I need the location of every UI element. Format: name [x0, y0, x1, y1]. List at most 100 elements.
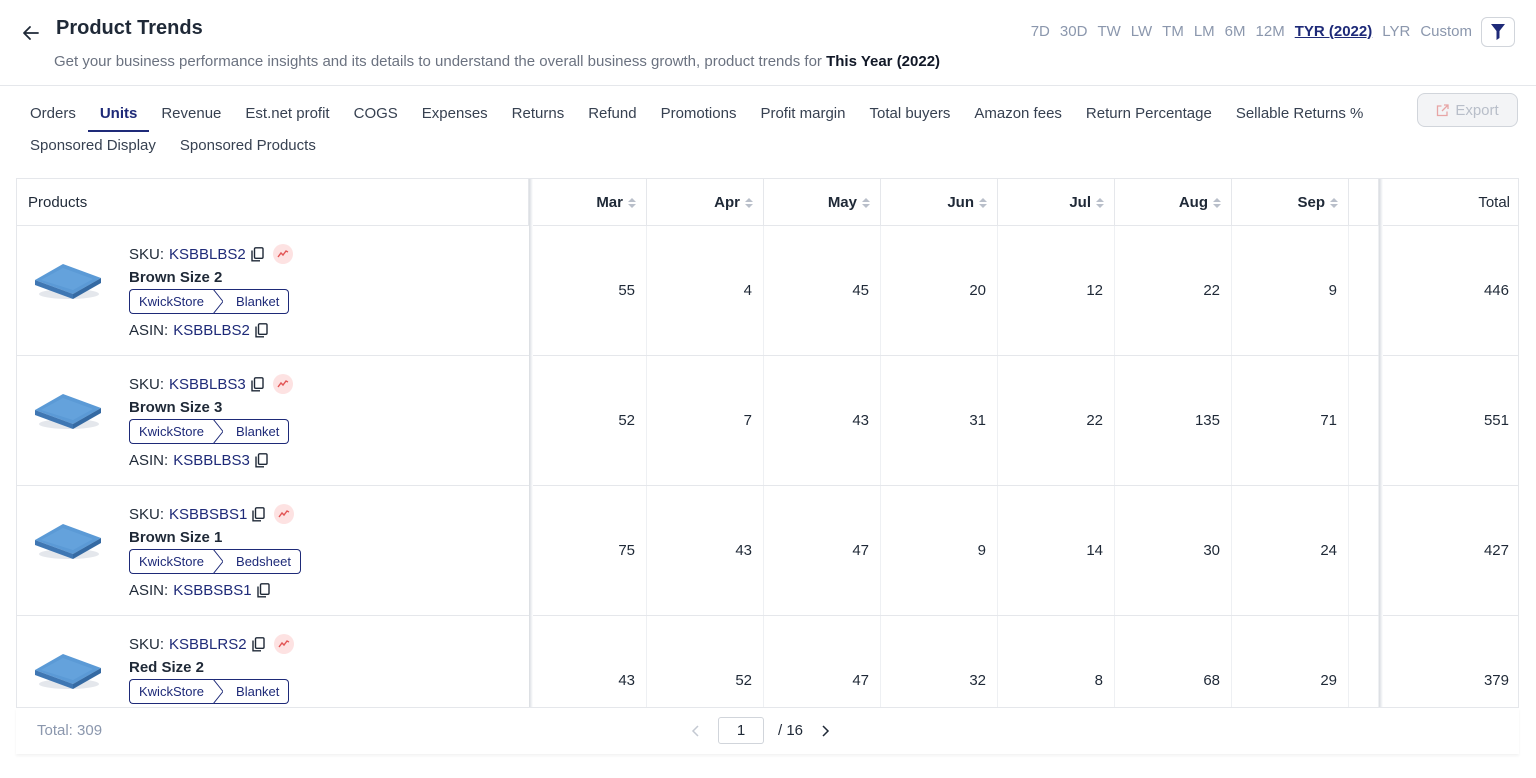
- month-value-cell: 9: [1232, 226, 1349, 355]
- tab-sponsored-display[interactable]: Sponsored Display: [30, 134, 156, 158]
- range-option-lyr[interactable]: LYR: [1382, 22, 1410, 42]
- range-option-lm[interactable]: LM: [1194, 22, 1215, 42]
- month-header-sep[interactable]: Sep: [1232, 179, 1349, 226]
- trend-line-icon[interactable]: [272, 244, 293, 264]
- month-value-cell: 20: [881, 226, 998, 355]
- tab-est-net-profit[interactable]: Est.net profit: [245, 102, 329, 126]
- page-total: / 16: [778, 722, 804, 739]
- month-header-mar[interactable]: Mar: [530, 179, 647, 226]
- tab-revenue[interactable]: Revenue: [161, 102, 221, 126]
- sku-value[interactable]: KSBBSBS1: [169, 506, 247, 523]
- month-header-jun[interactable]: Jun: [881, 179, 998, 226]
- product-name: Red Size 2: [129, 659, 205, 676]
- sort-icon[interactable]: [1213, 197, 1221, 208]
- range-option-tyr-2022-[interactable]: TYR (2022): [1295, 22, 1373, 42]
- copy-icon[interactable]: [255, 453, 268, 468]
- asin-line: ASIN: KSBBLBS2: [129, 322, 268, 339]
- breadcrumb-category: Bedsheet: [218, 549, 301, 574]
- copy-icon[interactable]: [255, 323, 268, 338]
- month-value-cell: 47: [764, 486, 881, 615]
- copy-icon[interactable]: [251, 636, 265, 652]
- sku-line: SKU: KSBBLBS2: [129, 244, 293, 264]
- month-value-cell: 4: [647, 226, 764, 355]
- asin-value[interactable]: KSBBSBS1: [173, 582, 251, 599]
- tab-expenses[interactable]: Expenses: [422, 102, 488, 126]
- tab-orders[interactable]: Orders: [30, 102, 76, 126]
- range-option-tw[interactable]: TW: [1097, 22, 1120, 42]
- range-option-tm[interactable]: TM: [1162, 22, 1184, 42]
- metric-tabs: Orders Units Revenue Est.net profit COGS Expe…: [30, 98, 1400, 162]
- date-range-selector: 7D 30D TW LW TM LM 6M 12M TYR (2022) LYR Custom: [1031, 22, 1472, 42]
- sort-icon[interactable]: [979, 197, 987, 208]
- tab-sponsored-products[interactable]: Sponsored Products: [180, 134, 316, 158]
- tab-refund[interactable]: Refund: [588, 102, 636, 126]
- asin-value[interactable]: KSBBLBS3: [173, 452, 250, 469]
- month-value-cell: 7: [647, 356, 764, 485]
- range-option-30d[interactable]: 30D: [1060, 22, 1088, 42]
- product-name: Brown Size 3: [129, 399, 223, 416]
- product-cell: SKU: KSBBSBS1 Brown Size 1 KwickStore Bedshe…: [17, 486, 529, 615]
- copy-icon[interactable]: [251, 246, 264, 262]
- table-header: Products Mar Apr May Jun Jul Aug Sep Total: [17, 179, 1518, 226]
- prev-page-icon[interactable]: [688, 723, 704, 739]
- sort-icon[interactable]: [862, 197, 870, 208]
- page-subtitle: Get your business performance insights a…: [54, 53, 940, 70]
- export-button[interactable]: Export: [1417, 93, 1518, 127]
- subtitle-text: Get your business performance insights a…: [54, 53, 822, 70]
- tab-units[interactable]: Units: [88, 102, 149, 132]
- month-value-cell: 14: [998, 486, 1115, 615]
- asin-value[interactable]: KSBBLBS2: [173, 322, 250, 339]
- tab-sellable-returns-[interactable]: Sellable Returns %: [1236, 102, 1364, 126]
- sku-value[interactable]: KSBBLRS2: [169, 636, 247, 653]
- range-option-6m[interactable]: 6M: [1225, 22, 1246, 42]
- month-value-cell: 55: [530, 226, 647, 355]
- tab-cogs[interactable]: COGS: [354, 102, 398, 126]
- month-header-label: Mar: [596, 194, 623, 211]
- month-header-apr[interactable]: Apr: [647, 179, 764, 226]
- sort-icon[interactable]: [1330, 197, 1338, 208]
- month-value-cell: 43: [647, 486, 764, 615]
- month-header-jul[interactable]: Jul: [998, 179, 1115, 226]
- month-header-label: Aug: [1178, 194, 1208, 211]
- copy-icon[interactable]: [251, 376, 264, 392]
- month-value-cell: 47: [764, 616, 881, 707]
- metric-tabs-row-2: Sponsored Display Sponsored Products: [30, 130, 1400, 162]
- table-row: SKU: KSBBLRS2 Red Size 2 KwickStore Blanket 4…: [17, 616, 1518, 707]
- month-header-may[interactable]: May: [764, 179, 881, 226]
- month-value-cell: 45: [764, 226, 881, 355]
- tab-profit-margin[interactable]: Profit margin: [760, 102, 845, 126]
- sort-icon[interactable]: [628, 197, 636, 208]
- next-page-icon[interactable]: [817, 723, 833, 739]
- product-image: [33, 644, 103, 692]
- copy-icon[interactable]: [256, 583, 270, 598]
- sku-value[interactable]: KSBBLBS3: [169, 376, 246, 393]
- copy-icon[interactable]: [252, 506, 266, 522]
- range-option-lw[interactable]: LW: [1131, 22, 1152, 42]
- trend-line-icon[interactable]: [274, 504, 295, 524]
- month-value-cell: 32: [881, 616, 998, 707]
- tab-total-buyers[interactable]: Total buyers: [869, 102, 950, 126]
- tab-returns[interactable]: Returns: [512, 102, 565, 126]
- sort-icon[interactable]: [745, 197, 753, 208]
- tab-amazon-fees[interactable]: Amazon fees: [974, 102, 1062, 126]
- back-arrow-icon[interactable]: [20, 22, 42, 44]
- hidden-column-cell: [1349, 226, 1379, 355]
- sku-value[interactable]: KSBBLBS2: [169, 246, 246, 263]
- product-image: [33, 254, 103, 302]
- range-option-custom[interactable]: Custom: [1420, 22, 1472, 42]
- tab-promotions[interactable]: Promotions: [661, 102, 737, 126]
- trend-line-icon[interactable]: [273, 634, 294, 654]
- trend-line-icon[interactable]: [272, 374, 293, 394]
- range-option-7d[interactable]: 7D: [1031, 22, 1050, 42]
- asin-label: ASIN:: [129, 322, 169, 339]
- filter-button[interactable]: [1481, 17, 1515, 47]
- sort-icon[interactable]: [1096, 197, 1104, 208]
- month-value-cell: 29: [1232, 616, 1349, 707]
- page-number-input[interactable]: [718, 717, 764, 744]
- range-option-12m[interactable]: 12M: [1256, 22, 1285, 42]
- month-header-aug[interactable]: Aug: [1115, 179, 1232, 226]
- month-header-label: May: [827, 194, 857, 211]
- funnel-icon: [1491, 24, 1505, 40]
- month-value-cell: 52: [647, 616, 764, 707]
- tab-return-percentage[interactable]: Return Percentage: [1086, 102, 1212, 126]
